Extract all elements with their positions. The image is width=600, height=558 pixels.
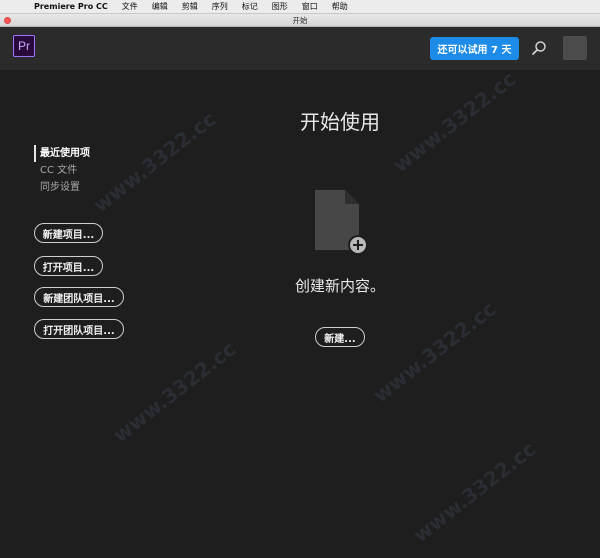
watermark-text: www.3322.cc xyxy=(368,296,501,408)
sidebar-item-recent[interactable]: 最近使用项 xyxy=(34,145,90,162)
app-header: Pr 还可以试用 7 天 xyxy=(0,27,600,70)
search-icon[interactable] xyxy=(531,40,547,56)
avatar[interactable] xyxy=(563,36,587,60)
menu-graphics[interactable]: 图形 xyxy=(265,0,295,14)
menu-markers[interactable]: 标记 xyxy=(235,0,265,14)
window-close-button[interactable] xyxy=(4,17,11,24)
system-menu-bar: Premiere Pro CC 文件 编辑 剪辑 序列 标记 图形 窗口 帮助 xyxy=(0,0,600,14)
sidebar-item-sync-settings[interactable]: 同步设置 xyxy=(34,179,90,196)
watermark-text: www.3322.cc xyxy=(88,106,221,218)
window-title-bar: 开始 xyxy=(0,14,600,27)
page-title: 开始使用 xyxy=(300,110,380,134)
open-team-project-button[interactable]: 打开团队项目... xyxy=(34,319,124,339)
menu-app-name[interactable]: Premiere Pro CC xyxy=(26,0,115,14)
trial-button[interactable]: 还可以试用 7 天 xyxy=(430,37,519,60)
sidebar-item-cc-files[interactable]: CC 文件 xyxy=(34,162,90,179)
menu-window[interactable]: 窗口 xyxy=(295,0,325,14)
menu-help[interactable]: 帮助 xyxy=(325,0,355,14)
menu-edit[interactable]: 编辑 xyxy=(145,0,175,14)
open-project-button[interactable]: 打开项目... xyxy=(34,256,103,276)
new-file-icon xyxy=(315,190,368,255)
premiere-logo-icon: Pr xyxy=(13,35,35,57)
menu-clip[interactable]: 剪辑 xyxy=(175,0,205,14)
menu-sequence[interactable]: 序列 xyxy=(205,0,235,14)
window-title: 开始 xyxy=(292,15,308,25)
watermark-text: www.3322.cc xyxy=(408,436,541,548)
watermark-text: www.3322.cc xyxy=(108,336,241,448)
new-button[interactable]: 新建... xyxy=(315,327,365,347)
main-subtitle: 创建新内容。 xyxy=(294,277,385,295)
menu-file[interactable]: 文件 xyxy=(115,0,145,14)
new-project-button[interactable]: 新建项目... xyxy=(34,223,103,243)
new-team-project-button[interactable]: 新建团队项目... xyxy=(34,287,124,307)
sidebar-nav: 最近使用项 CC 文件 同步设置 xyxy=(34,145,90,196)
